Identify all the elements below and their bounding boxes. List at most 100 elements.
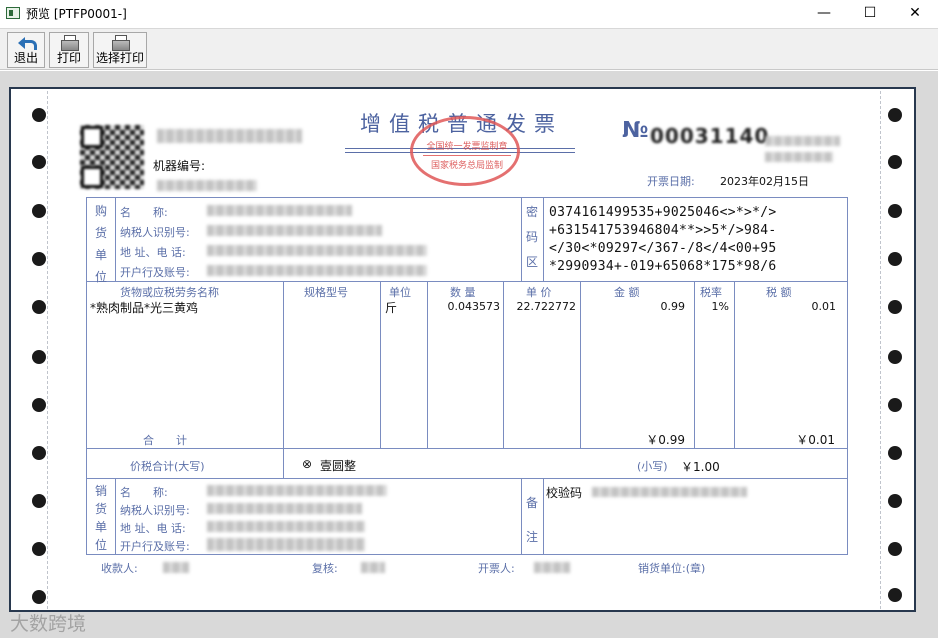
table-divider bbox=[521, 197, 522, 281]
buyer-bank-redacted bbox=[207, 265, 427, 276]
back-arrow-icon bbox=[17, 34, 37, 51]
seller-address-redacted bbox=[207, 521, 365, 532]
table-divider bbox=[380, 281, 381, 448]
invoice-code-redacted bbox=[765, 136, 840, 146]
machine-number-label: 机器编号: bbox=[153, 159, 206, 173]
tractor-hole bbox=[888, 108, 902, 122]
col-amount-header: 金 额 bbox=[614, 286, 640, 299]
seal-top-text: 全国统一发票监制章 bbox=[426, 142, 508, 152]
seller-name-redacted bbox=[207, 485, 387, 496]
seller-tax-id-label: 纳税人识别号: bbox=[120, 504, 190, 517]
perforation-line bbox=[880, 91, 881, 609]
title-bar: 预览 [PTFP0001-] — ☐ ✕ bbox=[0, 0, 938, 28]
tractor-hole bbox=[32, 300, 46, 314]
remarks-char: 备 bbox=[525, 496, 538, 510]
item-unit: 斤 bbox=[385, 301, 398, 315]
tractor-hole bbox=[888, 542, 902, 556]
check-code-redacted bbox=[592, 487, 747, 497]
perforation-line bbox=[47, 91, 48, 609]
item-amount: 0.99 bbox=[660, 300, 686, 313]
reviewer-label: 复核: bbox=[312, 562, 338, 575]
password-char: 区 bbox=[525, 255, 538, 269]
tractor-hole bbox=[888, 398, 902, 412]
minimize-button[interactable]: — bbox=[801, 0, 847, 28]
password-char: 密 bbox=[525, 205, 538, 219]
buyer-char: 位 bbox=[94, 270, 107, 284]
exit-label: 退出 bbox=[13, 51, 38, 65]
seal-bottom-text: 国家税务总局监制 bbox=[423, 155, 511, 171]
item-price: 22.722772 bbox=[516, 300, 577, 313]
machine-number-redacted bbox=[157, 180, 257, 191]
window-title: 预览 [PTFP0001-] bbox=[26, 7, 127, 21]
seller-name-label: 名 称: bbox=[120, 486, 168, 499]
table-divider bbox=[283, 281, 284, 478]
password-line: *2990934+-019+65068*175*98/6 bbox=[549, 259, 777, 274]
reviewer-redacted bbox=[361, 562, 385, 573]
subtotal-tax: ￥0.01 bbox=[796, 433, 835, 447]
password-line: 0374161499535+9025046<>*>*/> bbox=[549, 205, 777, 220]
tractor-hole bbox=[888, 588, 902, 602]
table-divider bbox=[543, 478, 544, 555]
remarks-section-label: 备 注 bbox=[525, 486, 539, 554]
close-button[interactable]: ✕ bbox=[892, 0, 938, 28]
invoice-code-redacted bbox=[765, 152, 833, 162]
buyer-char: 货 bbox=[94, 226, 107, 240]
maximize-button[interactable]: ☐ bbox=[847, 0, 893, 28]
col-price-header: 单 价 bbox=[526, 286, 552, 299]
col-tax-header: 税 额 bbox=[766, 286, 792, 299]
item-tax: 0.01 bbox=[811, 300, 837, 313]
buyer-name-redacted bbox=[207, 205, 352, 216]
seller-char: 销 bbox=[94, 484, 107, 498]
col-unit-header: 单位 bbox=[389, 286, 411, 299]
seller-address-label: 地 址、电 话: bbox=[120, 522, 186, 535]
total-label: 价税合计(大写) bbox=[130, 460, 205, 473]
buyer-bank-label: 开户行及账号: bbox=[120, 266, 190, 279]
select-print-button[interactable]: 选择打印 bbox=[93, 32, 147, 68]
tractor-hole bbox=[32, 155, 46, 169]
tractor-hole bbox=[32, 446, 46, 460]
col-item-header: 货物或应税劳务名称 bbox=[120, 286, 219, 299]
password-line: +631541753946804**>>5*/>984- bbox=[549, 223, 777, 238]
buyer-tax-id-label: 纳税人识别号: bbox=[120, 226, 190, 239]
col-qty-header: 数 量 bbox=[450, 286, 476, 299]
tractor-hole bbox=[32, 398, 46, 412]
tractor-hole bbox=[32, 590, 46, 604]
password-line: </30<*09297</367-/8</4<00+95 bbox=[549, 241, 777, 256]
item-name: *熟肉制品*光三黄鸡 bbox=[90, 301, 199, 315]
issuer-redacted bbox=[534, 562, 570, 573]
tractor-hole bbox=[888, 204, 902, 218]
col-spec-header: 规格型号 bbox=[304, 286, 348, 299]
tractor-hole bbox=[888, 300, 902, 314]
exit-button[interactable]: 退出 bbox=[7, 32, 45, 68]
invoice-number: 00031140 bbox=[650, 124, 770, 148]
tractor-hole bbox=[32, 204, 46, 218]
buyer-name-label: 名 称: bbox=[120, 206, 168, 219]
buyer-char: 单 bbox=[94, 248, 107, 262]
check-code-label: 校验码 bbox=[546, 486, 583, 500]
table-divider bbox=[543, 197, 544, 281]
buyer-tax-id-redacted bbox=[207, 225, 382, 236]
item-rate: 1% bbox=[711, 300, 729, 313]
tractor-hole bbox=[32, 252, 46, 266]
tractor-hole bbox=[888, 252, 902, 266]
invoice-code-redacted bbox=[157, 129, 302, 143]
print-button[interactable]: 打印 bbox=[49, 32, 89, 68]
subtotal-amount: ￥0.99 bbox=[646, 433, 685, 447]
buyer-address-label: 地 址、电 话: bbox=[120, 246, 186, 259]
issue-date: 2023年02月15日 bbox=[720, 175, 809, 188]
buyer-char: 购 bbox=[94, 204, 107, 218]
number-mark: № bbox=[622, 118, 649, 143]
tractor-hole bbox=[32, 108, 46, 122]
seller-bank-label: 开户行及账号: bbox=[120, 540, 190, 553]
col-rate-header: 税率 bbox=[700, 286, 722, 299]
printer-icon bbox=[111, 34, 130, 51]
select-print-label: 选择打印 bbox=[95, 51, 144, 65]
buyer-address-redacted bbox=[207, 245, 427, 256]
password-section-label: 密 码 区 bbox=[525, 200, 539, 275]
table-divider bbox=[86, 478, 848, 479]
cross-circle-icon: ⊗ bbox=[302, 457, 313, 471]
app-icon bbox=[6, 7, 20, 19]
table-divider bbox=[115, 478, 116, 555]
table-divider bbox=[521, 478, 522, 555]
tax-seal: 全国统一发票监制章 国家税务总局监制 bbox=[410, 116, 520, 186]
